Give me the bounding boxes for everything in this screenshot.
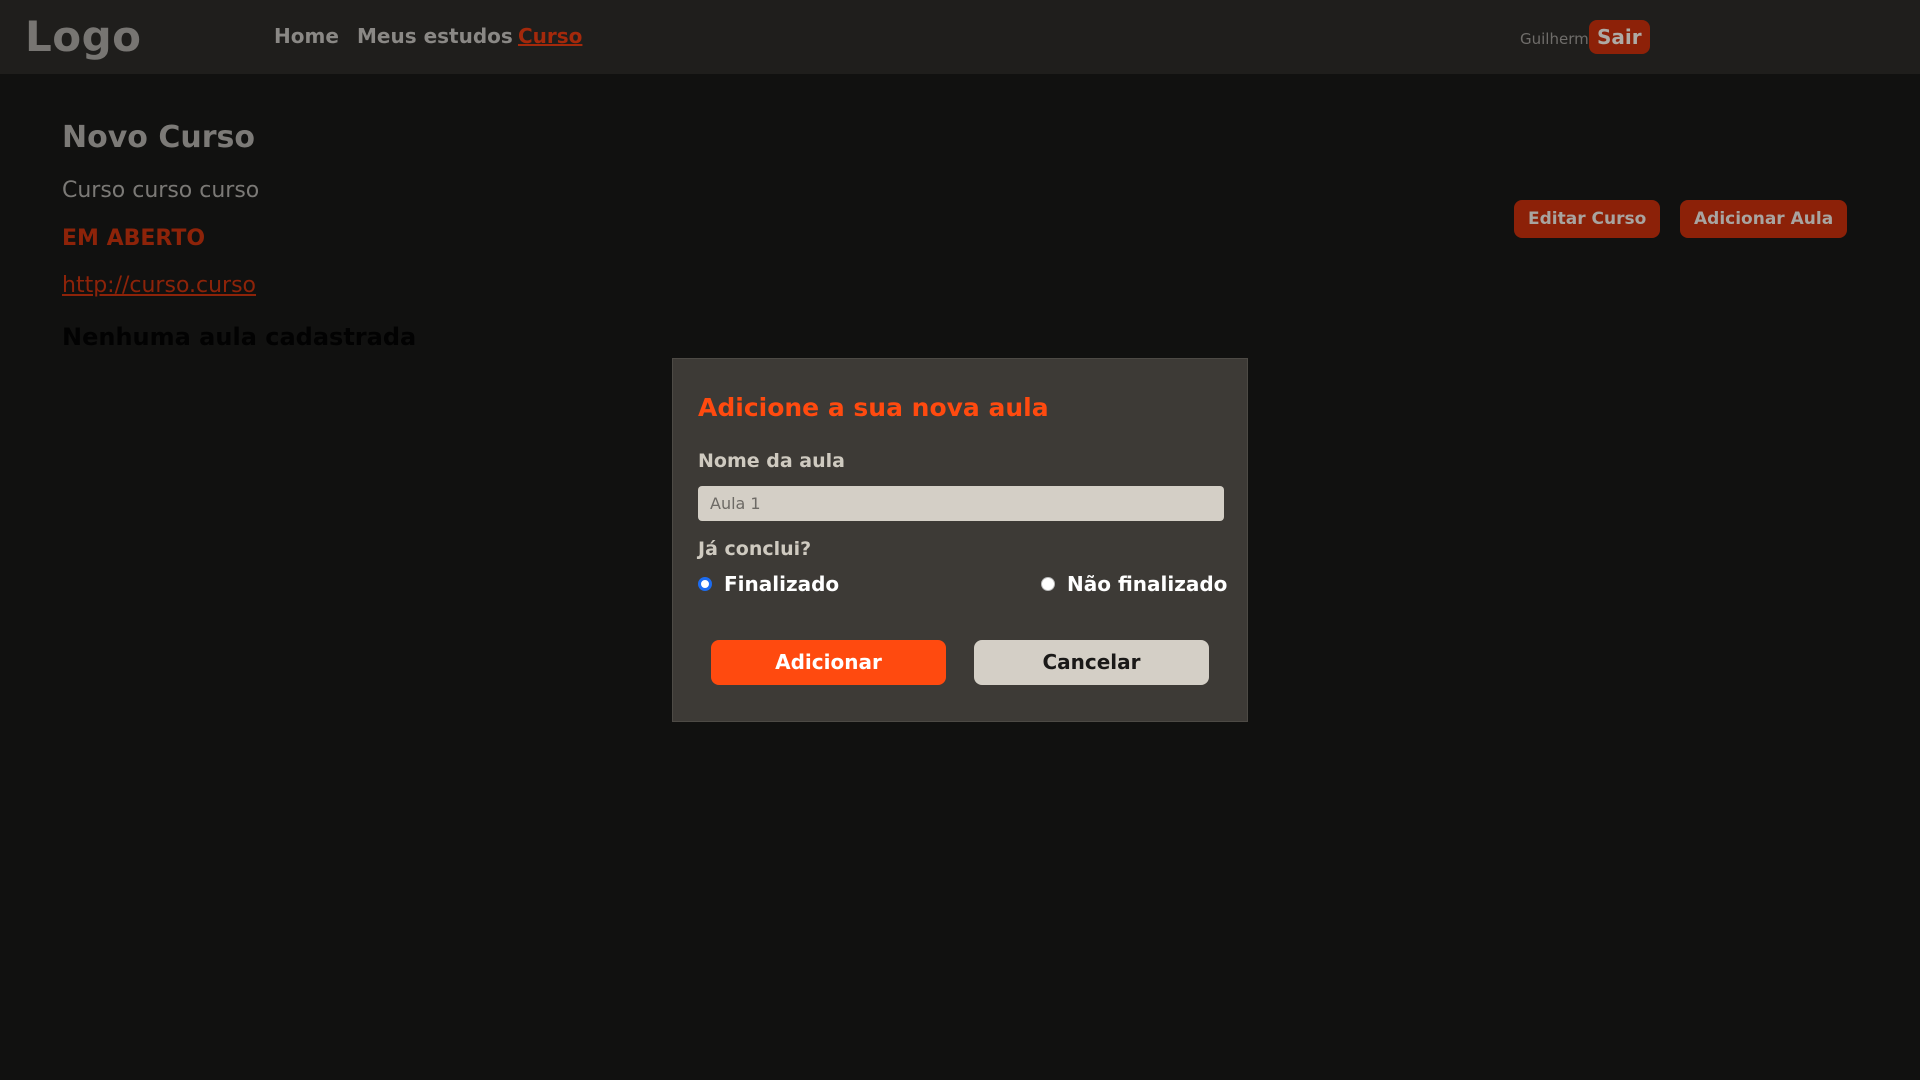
radio-finalizado[interactable]: Finalizado (698, 572, 839, 596)
radio-nao-finalizado[interactable]: Não finalizado (1041, 572, 1227, 596)
edit-course-button[interactable]: Editar Curso (1514, 200, 1661, 238)
logout-button[interactable]: Sair (1589, 20, 1650, 54)
lesson-name-input[interactable] (698, 486, 1224, 521)
course-description: Curso curso curso (62, 178, 260, 203)
empty-lessons-message: Nenhuma aula cadastrada (62, 323, 417, 351)
nav-link-meus-estudos[interactable]: Meus estudos (357, 24, 513, 48)
radio-finalizado-label: Finalizado (724, 572, 840, 596)
completion-question: Já conclui? (698, 538, 812, 560)
user-name: Guilherme (1520, 30, 1598, 48)
radio-button-checked[interactable] (698, 577, 712, 591)
course-status: EM ABERTO (62, 226, 206, 251)
submit-lesson-button[interactable]: Adicionar (711, 640, 946, 685)
nav-link-curso[interactable]: Curso (518, 24, 582, 48)
cancel-button[interactable]: Cancelar (974, 640, 1209, 685)
radio-nao-finalizado-label: Não finalizado (1067, 572, 1228, 596)
nav-link-home[interactable]: Home (274, 24, 339, 48)
radio-button[interactable] (1041, 577, 1055, 591)
lesson-name-label: Nome da aula (698, 450, 845, 472)
navbar: Logo Home Meus estudos Curso Guilherme S… (0, 0, 1920, 74)
add-lesson-button[interactable]: Adicionar Aula (1680, 200, 1848, 238)
course-link[interactable]: http://curso.curso (62, 273, 256, 298)
logo[interactable]: Logo (25, 12, 142, 61)
modal-title: Adicione a sua nova aula (698, 393, 1049, 422)
add-lesson-modal: Adicione a sua nova aula Nome da aula Já… (672, 358, 1248, 722)
course-title: Novo Curso (62, 120, 255, 155)
page: Logo Home Meus estudos Curso Guilherme S… (0, 0, 1920, 1080)
